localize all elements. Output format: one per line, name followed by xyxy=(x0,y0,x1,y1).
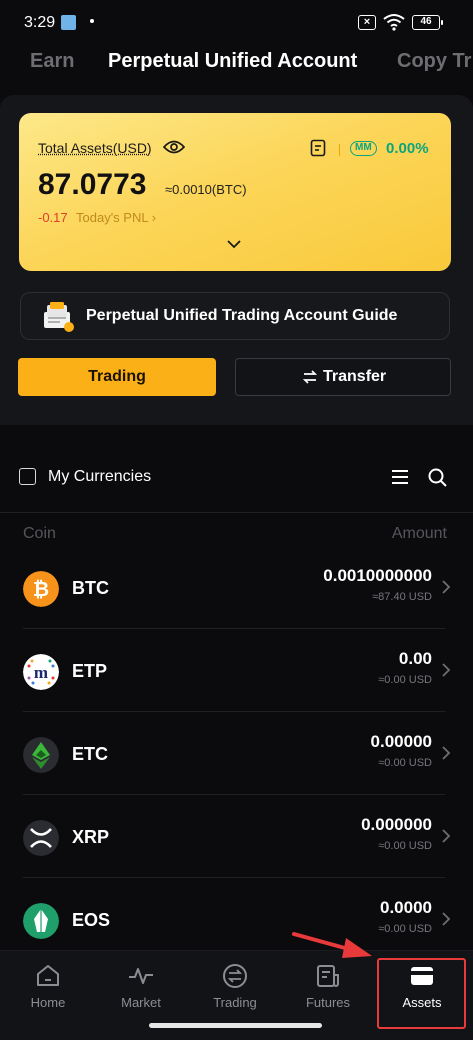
coin-symbol: ETC xyxy=(72,744,108,764)
coin-amount: 0.00 xyxy=(398,649,432,668)
mm-percentage: 0.00% xyxy=(386,140,429,157)
trading-button[interactable]: Trading xyxy=(18,358,216,396)
coin-amount: 0.00000 xyxy=(370,732,432,751)
eye-icon[interactable] xyxy=(163,139,185,155)
wifi-icon xyxy=(383,14,405,31)
nav-futures[interactable]: Futures xyxy=(288,963,368,1010)
coin-usd-value: ≈0.00 USD xyxy=(378,923,432,935)
section-divider xyxy=(0,512,473,513)
amount-column-header: Amount xyxy=(391,525,447,542)
coin-symbol: XRP xyxy=(72,827,110,847)
etp-icon: m xyxy=(23,654,59,690)
chevron-right-icon xyxy=(442,912,451,926)
chevron-right-icon xyxy=(442,663,451,677)
column-headers: Coin Amount xyxy=(0,523,473,547)
chevron-right-icon xyxy=(442,829,451,843)
coin-usd-value: ≈0.00 USD xyxy=(378,757,432,769)
total-assets-card: Total Assets(USD) MM 0.00% 87.0773 ≈0.00… xyxy=(19,113,451,271)
document-icon[interactable] xyxy=(310,139,326,157)
my-currencies-label[interactable]: My Currencies xyxy=(48,468,151,486)
mm-badge: MM xyxy=(350,141,377,156)
no-sim-icon: × xyxy=(358,15,376,30)
guide-label: Perpetual Unified Trading Account Guide xyxy=(86,307,398,324)
transfer-button[interactable]: Transfer xyxy=(235,358,451,396)
xrp-icon xyxy=(23,820,59,856)
coin-amount: 0.0010000000 xyxy=(323,566,432,585)
notification-app-icon xyxy=(61,15,76,30)
transfer-icon xyxy=(303,370,317,384)
chevron-right-icon xyxy=(442,580,451,594)
tab-perpetual-unified-account[interactable]: Perpetual Unified Account xyxy=(108,50,357,73)
total-assets-value: 87.0773 xyxy=(38,168,147,201)
battery-indicator: 46 xyxy=(412,15,443,30)
tab-earn[interactable]: Earn xyxy=(30,50,74,73)
coin-usd-value: ≈87.40 USD xyxy=(372,591,432,603)
trading-account-guide-banner[interactable]: Perpetual Unified Trading Account Guide xyxy=(20,292,450,340)
coin-usd-value: ≈0.00 USD xyxy=(378,840,432,852)
annotation-highlight-box xyxy=(377,958,466,1029)
coin-row-etc[interactable]: ETC 0.00000 ≈0.00 USD xyxy=(0,712,473,795)
market-icon xyxy=(129,968,153,984)
coin-row-xrp[interactable]: XRP 0.000000 ≈0.00 USD xyxy=(0,795,473,878)
svg-text:m: m xyxy=(34,663,48,682)
futures-icon xyxy=(317,965,339,987)
coin-column-header: Coin xyxy=(23,525,56,542)
nav-trading-label: Trading xyxy=(213,995,257,1010)
nav-home[interactable]: Home xyxy=(8,963,88,1010)
home-icon xyxy=(37,965,59,986)
tab-copy-trading[interactable]: Copy Tr xyxy=(397,50,471,73)
home-indicator[interactable] xyxy=(149,1023,322,1028)
transfer-label: Transfer xyxy=(323,368,387,385)
notification-dot-icon xyxy=(90,19,94,23)
nav-trading[interactable]: Trading xyxy=(195,963,275,1010)
btc-icon: ₿ xyxy=(23,571,59,607)
etc-icon xyxy=(23,737,59,773)
nav-futures-label: Futures xyxy=(305,995,351,1010)
annotation-arrow-icon xyxy=(292,932,372,958)
coin-symbol: EOS xyxy=(72,910,111,930)
chevron-down-icon[interactable] xyxy=(226,239,242,249)
card-divider xyxy=(339,144,340,156)
coin-usd-value: ≈0.00 USD xyxy=(378,674,432,686)
todays-pnl-value: -0.17 xyxy=(38,210,68,225)
nav-market[interactable]: Market xyxy=(101,963,181,1010)
my-currencies-checkbox[interactable] xyxy=(19,468,36,485)
coin-amount: 0.000000 xyxy=(361,815,432,834)
coin-row-etp[interactable]: m ETP 0.00 ≈0.00 USD xyxy=(0,629,473,712)
svg-text:₿: ₿ xyxy=(33,579,49,601)
eos-icon xyxy=(23,903,59,939)
nav-home-label: Home xyxy=(30,995,66,1010)
status-bar: 3:29 × 46 xyxy=(0,0,473,44)
search-icon[interactable] xyxy=(428,468,447,487)
coin-row-eos[interactable]: EOS 0.0000 ≈0.00 USD xyxy=(0,878,473,961)
coin-symbol: ETP xyxy=(72,661,108,681)
trading-icon xyxy=(223,964,247,988)
guide-book-icon xyxy=(44,302,74,332)
status-time: 3:29 xyxy=(24,14,56,31)
todays-pnl-link[interactable]: Today's PNL › xyxy=(76,210,156,225)
coin-row-btc[interactable]: ₿ BTC 0.0010000000 ≈87.40 USD xyxy=(0,546,473,629)
my-currencies-bar: My Currencies xyxy=(0,452,473,502)
coin-symbol: BTC xyxy=(72,578,109,598)
chevron-right-icon xyxy=(442,746,451,760)
account-tabs: Earn Perpetual Unified Account Copy Tr xyxy=(0,44,473,86)
list-menu-icon[interactable] xyxy=(391,469,409,485)
total-assets-label[interactable]: Total Assets(USD) xyxy=(38,140,152,156)
coin-amount: 0.0000 xyxy=(380,898,432,917)
nav-market-label: Market xyxy=(121,995,161,1010)
btc-equivalent: ≈0.0010(BTC) xyxy=(165,182,247,197)
